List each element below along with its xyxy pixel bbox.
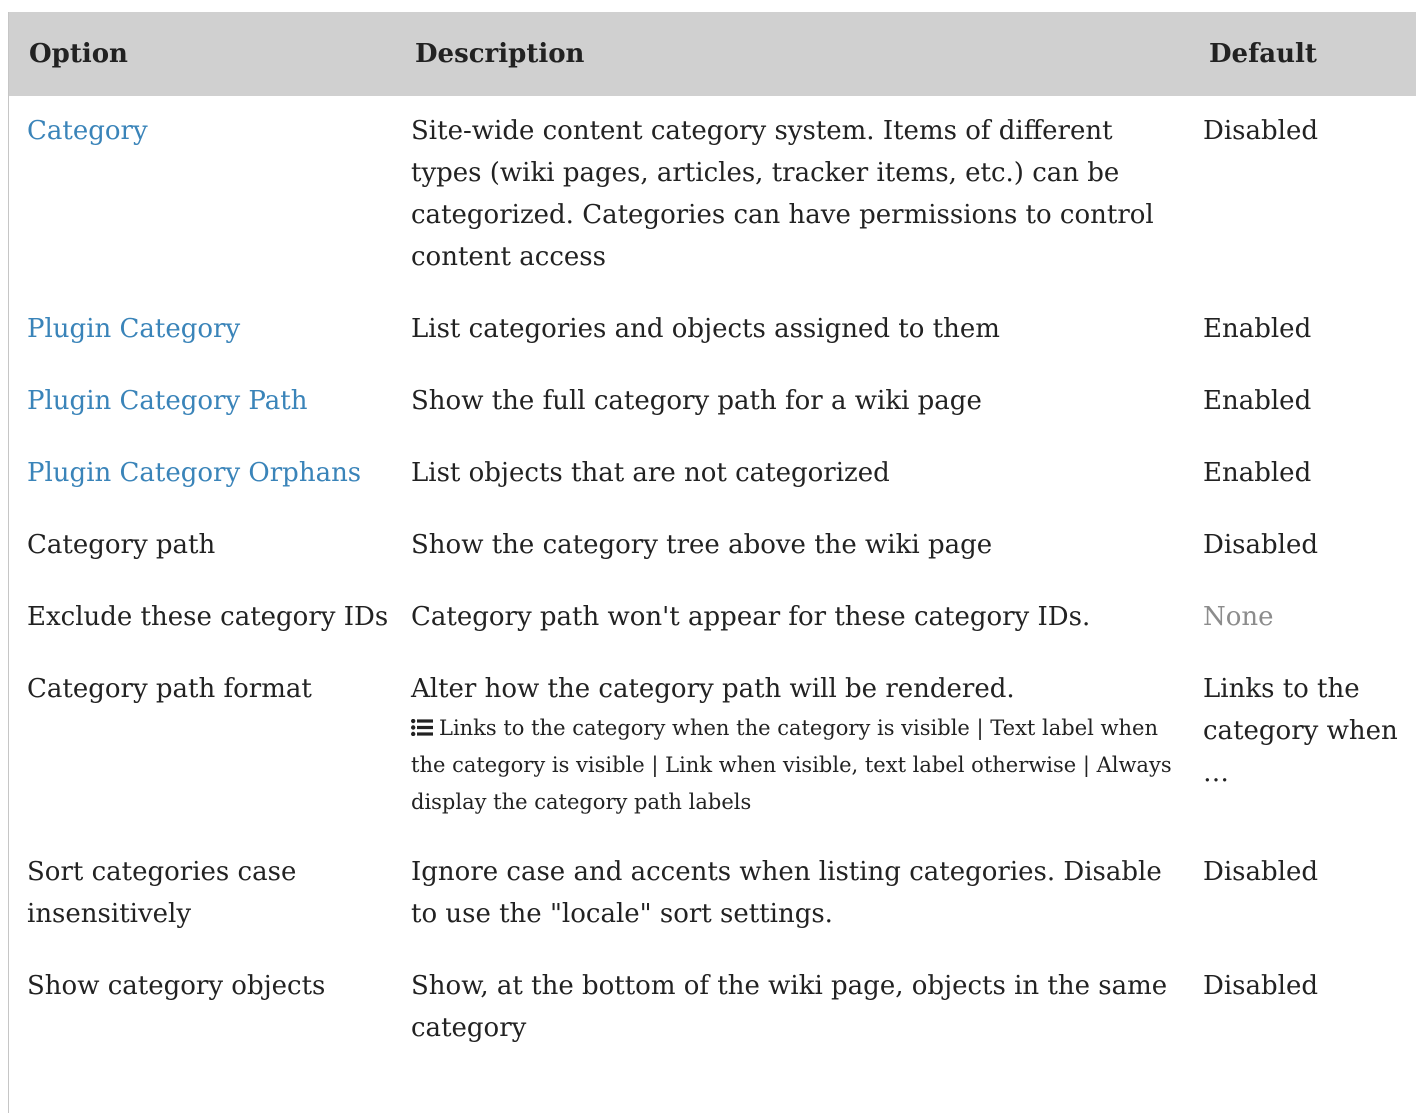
option-cell: Plugin Category Path bbox=[9, 366, 409, 438]
description-cell: Show the category tree above the wiki pa… bbox=[409, 510, 1203, 582]
option-label: Category path bbox=[27, 530, 216, 560]
table-row: Category path format Alter how the catego… bbox=[9, 654, 1416, 837]
header-description: Description bbox=[409, 12, 1203, 96]
description-text: Show, at the bottom of the wiki page, ob… bbox=[411, 971, 1168, 1043]
default-cell: Disabled bbox=[1203, 96, 1416, 294]
default-value: Disabled bbox=[1203, 116, 1318, 146]
option-cell: Plugin Category Orphans bbox=[9, 438, 409, 510]
table-body: Category Site-wide content category syste… bbox=[9, 96, 1416, 1065]
format-options: Links to the category when the category … bbox=[411, 710, 1175, 821]
default-cell: Enabled bbox=[1203, 366, 1416, 438]
description-text: Show the category tree above the wiki pa… bbox=[411, 530, 993, 560]
option-label: Exclude these category IDs bbox=[27, 602, 389, 632]
table-row: Plugin Category List categories and objec… bbox=[9, 294, 1416, 366]
option-label: Show category objects bbox=[27, 971, 326, 1001]
default-value: Enabled bbox=[1203, 386, 1312, 416]
option-cell: Show category objects bbox=[9, 951, 409, 1065]
table-row: Exclude these category IDs Category path … bbox=[9, 582, 1416, 654]
default-cell: Enabled bbox=[1203, 438, 1416, 510]
default-value: Disabled bbox=[1203, 971, 1318, 1001]
description-text: Show the full category path for a wiki p… bbox=[411, 386, 982, 416]
description-text: Category path won't appear for these cat… bbox=[411, 602, 1091, 632]
default-value: None bbox=[1203, 602, 1274, 632]
preferences-table-frame: Option Description Default Category Site-… bbox=[8, 12, 1416, 1113]
description-text: Ignore case and accents when listing cat… bbox=[411, 857, 1162, 929]
default-value: Links to the category when … bbox=[1203, 674, 1398, 788]
description-cell: Ignore case and accents when listing cat… bbox=[409, 837, 1203, 951]
default-cell: Enabled bbox=[1203, 294, 1416, 366]
table-row: Category Site-wide content category syste… bbox=[9, 96, 1416, 294]
description-cell: List objects that are not categorized bbox=[409, 438, 1203, 510]
option-cell: Category path format bbox=[9, 654, 409, 837]
description-text: Alter how the category path will be rend… bbox=[411, 674, 1015, 704]
option-link[interactable]: Plugin Category bbox=[27, 314, 240, 344]
description-cell: Category path won't appear for these cat… bbox=[409, 582, 1203, 654]
option-link[interactable]: Plugin Category Path bbox=[27, 386, 307, 416]
table-row: Category path Show the category tree abov… bbox=[9, 510, 1416, 582]
description-cell: Show, at the bottom of the wiki page, ob… bbox=[409, 951, 1203, 1065]
description-cell: Site-wide content category system. Items… bbox=[409, 96, 1203, 294]
table-row: Sort categories case insensitively Ignore… bbox=[9, 837, 1416, 951]
default-cell: Disabled bbox=[1203, 510, 1416, 582]
default-cell: None bbox=[1203, 582, 1416, 654]
option-link[interactable]: Plugin Category Orphans bbox=[27, 458, 361, 488]
default-value: Disabled bbox=[1203, 857, 1318, 887]
description-text: List objects that are not categorized bbox=[411, 458, 890, 488]
default-value: Enabled bbox=[1203, 458, 1312, 488]
default-cell: Links to the category when … bbox=[1203, 654, 1416, 837]
header-default: Default bbox=[1203, 12, 1416, 96]
preferences-table: Option Description Default Category Site-… bbox=[9, 12, 1416, 1065]
table-row: Plugin Category Orphans List objects that… bbox=[9, 438, 1416, 510]
default-value: Enabled bbox=[1203, 314, 1312, 344]
option-label: Sort categories case insensitively bbox=[27, 857, 297, 929]
description-cell: Show the full category path for a wiki p… bbox=[409, 366, 1203, 438]
table-row: Show category objects Show, at the bottom… bbox=[9, 951, 1416, 1065]
table-row: Plugin Category Path Show the full catego… bbox=[9, 366, 1416, 438]
description-cell: List categories and objects assigned to … bbox=[409, 294, 1203, 366]
option-cell: Category path bbox=[9, 510, 409, 582]
option-cell: Category bbox=[9, 96, 409, 294]
default-cell: Disabled bbox=[1203, 951, 1416, 1065]
default-cell: Disabled bbox=[1203, 837, 1416, 951]
option-label: Category path format bbox=[27, 674, 312, 704]
option-cell: Exclude these category IDs bbox=[9, 582, 409, 654]
description-text: Site-wide content category system. Items… bbox=[411, 116, 1154, 272]
option-cell: Sort categories case insensitively bbox=[9, 837, 409, 951]
table-header: Option Description Default bbox=[9, 12, 1416, 96]
header-option: Option bbox=[9, 12, 409, 96]
description-cell: Alter how the category path will be rend… bbox=[409, 654, 1203, 837]
format-options-text: Links to the category when the category … bbox=[411, 716, 1172, 814]
option-link[interactable]: Category bbox=[27, 116, 148, 146]
description-text: List categories and objects assigned to … bbox=[411, 314, 1000, 344]
list-icon bbox=[411, 719, 433, 736]
option-cell: Plugin Category bbox=[9, 294, 409, 366]
default-value: Disabled bbox=[1203, 530, 1318, 560]
